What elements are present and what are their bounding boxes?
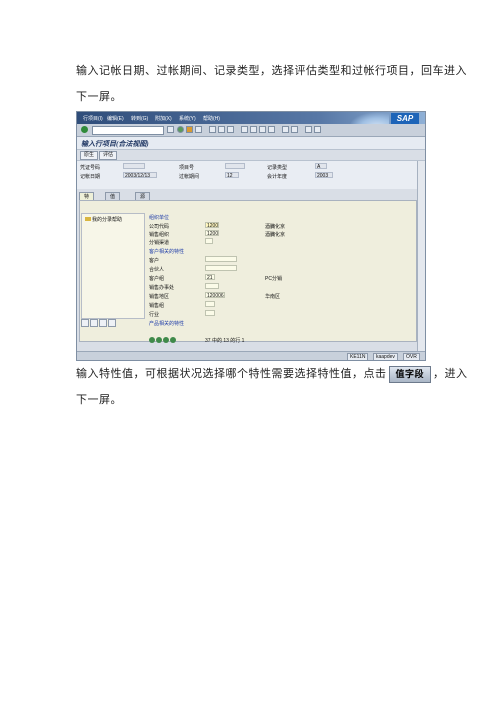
field-description: PC分销 <box>265 276 282 282</box>
find-next-icon[interactable] <box>227 126 234 133</box>
exit-icon[interactable] <box>186 126 193 133</box>
create-icon[interactable] <box>81 319 89 327</box>
print-icon[interactable] <box>209 126 216 133</box>
field-label: 分销渠道 <box>149 240 170 246</box>
doc-no-field[interactable] <box>123 163 145 169</box>
previous-row-icon[interactable] <box>156 337 162 343</box>
shortcut-icon[interactable] <box>291 126 298 133</box>
sap-screenshot: 行项目(I) 编辑(E) 转到(G) 附加(X) 系统(Y) 帮助(H) SAP… <box>76 111 426 361</box>
first-page-icon[interactable] <box>241 126 248 133</box>
item-no-label: 项目号 <box>179 165 195 171</box>
field-label: 客户组 <box>149 276 165 282</box>
field-label: 销售办事处 <box>149 285 175 291</box>
status-transaction: KE11N <box>347 353 369 360</box>
customer-group-field[interactable]: 21 <box>205 274 215 281</box>
menu-bar: 行项目(I) 编辑(E) 转到(G) 附加(X) 系统(Y) 帮助(H) SAP <box>77 112 425 136</box>
row-navigation <box>149 337 177 345</box>
company-code-field[interactable]: 1200 <box>205 222 219 229</box>
help-icon[interactable] <box>305 126 312 133</box>
menu-item[interactable]: 行项目(I) <box>83 115 103 122</box>
record-type-field[interactable]: A <box>315 163 327 170</box>
paragraph-3-tail: ，进入 <box>433 367 468 380</box>
period-field[interactable]: 12 <box>225 172 239 179</box>
value-fields-button-image: 值字段 <box>388 365 432 383</box>
doc-no-label: 凭证号码 <box>80 165 101 171</box>
sales-district-field[interactable]: 120006 <box>205 292 225 299</box>
entries-counter: 37 中的 13 的行 1 <box>205 338 245 344</box>
cancel-icon[interactable] <box>195 126 202 133</box>
menu-item[interactable]: 帮助(H) <box>203 115 220 122</box>
field-label: 客户 <box>149 258 160 264</box>
field-label: 销售组织 <box>149 232 170 238</box>
paragraph-2: 下一屏。 <box>76 90 122 103</box>
posting-date-label: 记帐日期 <box>80 174 101 180</box>
distribution-channel-field[interactable] <box>205 238 213 244</box>
menu-item[interactable]: 系统(Y) <box>179 115 196 122</box>
entry-help-tree: 我的分录帮助 <box>81 213 145 319</box>
sales-office-field[interactable] <box>205 283 219 289</box>
status-server: kaapdev <box>373 353 398 360</box>
back-icon[interactable] <box>177 126 184 133</box>
partner-field[interactable] <box>205 265 237 271</box>
next-row-icon[interactable] <box>163 337 169 343</box>
fiscal-year-field[interactable]: 2003 <box>315 172 333 179</box>
customer-field[interactable] <box>205 256 237 262</box>
copy-icon[interactable] <box>99 319 107 327</box>
field-label: 销售地区 <box>149 294 170 300</box>
tree-buttons <box>81 319 117 329</box>
next-page-icon[interactable] <box>259 126 266 133</box>
save-icon[interactable] <box>167 126 174 133</box>
tree-node-label: 我的分录帮助 <box>92 217 123 223</box>
sales-org-field[interactable]: 1200 <box>205 230 219 237</box>
posting-date-field[interactable]: 2003/12/13 <box>123 172 157 179</box>
paragraph-4: 下一屏。 <box>76 393 122 406</box>
header-fields: 凭证号码 项目号 记录类型 A 记帐日期 2003/12/13 过帐期间 12 … <box>77 161 417 189</box>
record-type-label: 记录类型 <box>267 165 288 171</box>
last-row-icon[interactable] <box>170 337 176 343</box>
menu-item[interactable]: 转到(G) <box>131 115 148 122</box>
app-button[interactable]: 评估 <box>99 151 118 160</box>
vertical-scrollbar[interactable] <box>417 161 425 351</box>
screen-title-bar: 输入行项目(合法视图) <box>77 137 425 150</box>
field-label: 合伙人 <box>149 267 165 273</box>
command-field[interactable] <box>92 126 164 135</box>
paragraph-3-text: 输入特性值，可根据状况选择哪个特性需要选择特性值，点击 <box>76 367 387 380</box>
paragraph-3: 输入特性值，可根据状况选择哪个特性需要选择特性值，点击 值字段 ，进入 <box>76 365 468 383</box>
period-label: 过帐期间 <box>179 174 200 180</box>
group-product: 产品相关的特性 <box>149 321 185 327</box>
edit-icon[interactable] <box>90 319 98 327</box>
tree-node[interactable]: 我的分录帮助 <box>85 216 122 223</box>
paragraph-1: 输入记帐日期、过帐期间、记录类型，选择评估类型和过帐行项目，回车进入 <box>76 64 467 77</box>
field-label: 行业 <box>149 312 160 318</box>
folder-icon <box>85 217 91 221</box>
field-description: 酒臓化京 <box>265 232 286 238</box>
status-bar: KE11N kaapdev OVR <box>77 351 425 360</box>
group-customer: 客户相关的特性 <box>149 249 185 255</box>
item-no-field[interactable] <box>225 163 245 169</box>
delete-icon[interactable] <box>108 319 116 327</box>
new-session-icon[interactable] <box>282 126 289 133</box>
previous-page-icon[interactable] <box>250 126 257 133</box>
sap-logo: SAP <box>391 113 419 124</box>
last-page-icon[interactable] <box>268 126 275 133</box>
field-label: 销售组 <box>149 303 165 309</box>
screen-title: 输入行项目(合法视图) <box>81 140 149 148</box>
fiscal-year-label: 会计年度 <box>267 174 288 180</box>
group-org-units: 组织单位 <box>149 215 170 221</box>
field-label: 公司代码 <box>149 224 170 230</box>
industry-field[interactable] <box>205 310 215 316</box>
menu-item[interactable]: 附加(X) <box>155 115 172 122</box>
layout-icon[interactable] <box>314 126 321 133</box>
first-row-icon[interactable] <box>149 337 155 343</box>
app-button[interactable]: 原生 <box>80 151 99 160</box>
application-toolbar: 原生 评估 <box>77 150 425 161</box>
find-icon[interactable] <box>218 126 225 133</box>
status-mode: OVR <box>403 353 420 360</box>
sales-group-field[interactable] <box>205 301 215 307</box>
toolbar <box>77 124 425 137</box>
field-description: 华南区 <box>265 294 281 300</box>
field-description: 酒臓化京 <box>265 224 286 230</box>
enter-icon[interactable] <box>81 126 88 133</box>
menu-item[interactable]: 编辑(E) <box>107 115 124 122</box>
